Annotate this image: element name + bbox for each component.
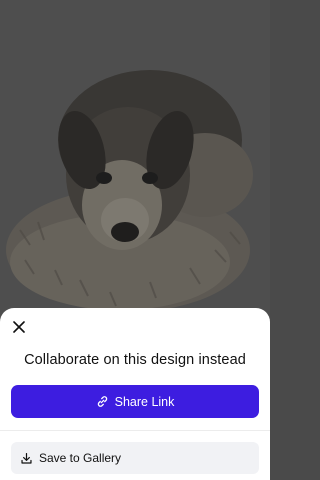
design-preview-image bbox=[0, 0, 270, 330]
link-icon bbox=[96, 395, 109, 408]
save-to-gallery-button[interactable]: Save to Gallery bbox=[11, 442, 259, 474]
download-icon bbox=[20, 452, 33, 465]
share-link-label: Share Link bbox=[114, 394, 175, 409]
share-bottom-sheet: Collaborate on this design instead Share… bbox=[0, 308, 270, 480]
save-to-gallery-label: Save to Gallery bbox=[39, 451, 122, 465]
sheet-title: Collaborate on this design instead bbox=[24, 352, 246, 368]
close-icon bbox=[13, 321, 25, 333]
divider bbox=[0, 430, 270, 431]
screen: Collaborate on this design instead Share… bbox=[0, 0, 270, 480]
share-link-button[interactable]: Share Link bbox=[11, 385, 259, 418]
dog-photo bbox=[0, 0, 270, 330]
close-button[interactable] bbox=[10, 318, 28, 336]
